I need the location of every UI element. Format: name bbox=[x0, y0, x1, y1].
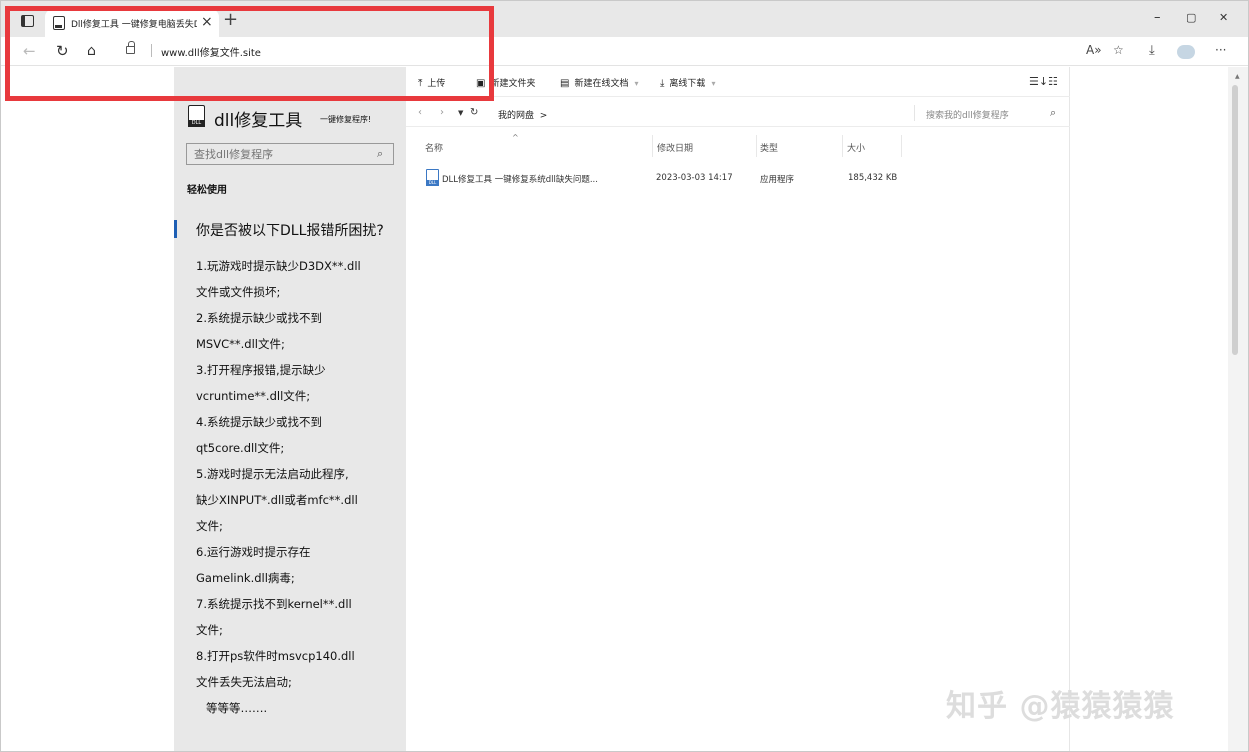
upload-button[interactable]: ⤒ 上传 bbox=[418, 76, 445, 89]
file-browser: ⤒ 上传 ▣ 新建文件夹 ▤ 新建在线文档 ▾ ⤓ 离线下载 ▾ ☰↓ ☷ ‹ › ▼ ↻ … bbox=[406, 67, 1070, 751]
active-indicator bbox=[174, 220, 177, 238]
path-search-input[interactable]: 搜索我的dll修复程序 bbox=[926, 108, 1009, 121]
dll-file-icon bbox=[426, 169, 439, 186]
issue-list: 1.玩游戏时提示缺少D3DX**.dll 文件或文件损坏; 2.系统提示缺少或找… bbox=[196, 253, 401, 721]
dll-logo-icon bbox=[188, 105, 205, 127]
issue-line: 2.系统提示缺少或找不到 bbox=[196, 311, 322, 325]
sort-icon[interactable]: ☰↓ bbox=[1029, 75, 1048, 88]
question-heading: 你是否被以下DLL报错所困扰? bbox=[196, 223, 384, 239]
brand-name: dll修复工具 bbox=[214, 111, 303, 131]
issue-line: MSVC**.dll文件; bbox=[196, 337, 285, 351]
column-header-modified[interactable]: 修改日期 bbox=[657, 141, 693, 154]
issue-line: 等等等……. bbox=[206, 701, 268, 715]
close-window-button[interactable]: ✕ bbox=[1219, 11, 1228, 24]
profile-icon[interactable] bbox=[1177, 45, 1195, 59]
issue-line: vcruntime**.dll文件; bbox=[196, 389, 311, 403]
file-type: 应用程序 bbox=[760, 175, 795, 185]
list-view-icon[interactable]: ☷ bbox=[1048, 75, 1058, 88]
column-header-name[interactable]: 名称 bbox=[425, 141, 443, 154]
url-field[interactable]: www.dll修复文件.site bbox=[115, 39, 1195, 63]
lock-icon[interactable] bbox=[126, 41, 135, 54]
more-menu-icon[interactable]: ··· bbox=[1215, 43, 1226, 57]
upload-icon: ⤒ bbox=[418, 78, 423, 89]
issue-line: 缺少XINPUT*.dll或者mfc**.dll bbox=[196, 493, 358, 507]
downloads-icon[interactable]: ⤓ bbox=[1149, 43, 1155, 58]
issue-line: 文件; bbox=[196, 623, 223, 637]
document-icon: ▤ bbox=[560, 78, 570, 89]
sidebar-search: ⌕ bbox=[186, 143, 394, 165]
watermark: 知乎 @猿猿猿猿 bbox=[946, 689, 1175, 724]
dropdown-caret-icon[interactable]: ▼ bbox=[458, 109, 463, 117]
page-scrollbar[interactable]: ▲ bbox=[1228, 67, 1248, 751]
back-icon[interactable]: ← bbox=[23, 42, 36, 60]
issue-line: qt5core.dll文件; bbox=[196, 441, 285, 455]
brand-subtitle: 一键修复程序! bbox=[320, 115, 372, 124]
scroll-up-icon[interactable]: ▲ bbox=[1235, 73, 1240, 80]
chevron-down-icon: ▾ bbox=[634, 79, 639, 88]
forward-icon[interactable]: › bbox=[440, 107, 444, 118]
chevron-down-icon: ▾ bbox=[711, 79, 716, 88]
issue-line: 7.系统提示找不到kernel**.dll bbox=[196, 597, 352, 611]
refresh-icon[interactable]: ↻ bbox=[470, 107, 478, 118]
issue-line: 4.系统提示缺少或找不到 bbox=[196, 415, 322, 429]
minimize-button[interactable]: – bbox=[1154, 10, 1161, 25]
title-bar: Dll修复工具 一键修复电脑丢失D × + – ▢ ✕ bbox=[1, 1, 1248, 37]
breadcrumb[interactable]: 我的网盘 > bbox=[498, 108, 547, 121]
issue-line: 文件; bbox=[196, 519, 223, 533]
tab-actions-icon[interactable] bbox=[17, 11, 39, 33]
tab-dll-repair[interactable]: Dll修复工具 一键修复电脑丢失D × bbox=[45, 9, 219, 37]
column-header-size[interactable]: 大小 bbox=[847, 141, 865, 154]
search-icon[interactable]: ⌕ bbox=[377, 147, 383, 161]
dll-favicon-icon bbox=[53, 16, 65, 30]
tab-title: Dll修复工具 一键修复电脑丢失D bbox=[71, 20, 197, 30]
url-text[interactable]: www.dll修复文件.site bbox=[161, 44, 261, 59]
refresh-icon[interactable]: ↻ bbox=[56, 42, 69, 60]
search-icon[interactable]: ⌕ bbox=[1050, 106, 1056, 120]
sidebar: dll修复工具 一键修复程序! ⌕ 轻松使用 你是否被以下DLL报错所困扰? 1… bbox=[174, 67, 406, 751]
sidebar-search-input[interactable] bbox=[187, 144, 373, 164]
file-toolbar: ⤒ 上传 ▣ 新建文件夹 ▤ 新建在线文档 ▾ ⤓ 离线下载 ▾ ☰↓ ☷ bbox=[406, 67, 1070, 97]
scroll-thumb[interactable] bbox=[1232, 85, 1238, 355]
offline-download-button[interactable]: ⤓ 离线下载 ▾ bbox=[660, 76, 715, 89]
back-icon[interactable]: ‹ bbox=[418, 107, 422, 118]
issue-line: 3.打开程序报错,提示缺少 bbox=[196, 363, 326, 377]
section-title[interactable]: 轻松使用 bbox=[187, 181, 227, 196]
page-content: dll修复工具 一键修复程序! ⌕ 轻松使用 你是否被以下DLL报错所困扰? 1… bbox=[1, 67, 1228, 751]
home-icon[interactable]: ⌂ bbox=[87, 42, 96, 60]
file-size: 185,432 KB bbox=[848, 173, 898, 183]
issue-line: 8.打开ps软件时msvcp140.dll bbox=[196, 649, 355, 663]
tab-close-icon[interactable]: × bbox=[201, 14, 213, 30]
issue-line: 5.游戏时提示无法启动此程序, bbox=[196, 467, 349, 481]
new-online-doc-button[interactable]: ▤ 新建在线文档 ▾ bbox=[560, 76, 638, 89]
file-name[interactable]: DLL修复工具 一键修复系统dll缺失问题... bbox=[442, 173, 598, 185]
table-row[interactable]: DLL修复工具 一键修复系统dll缺失问题... 2023-03-03 14:1… bbox=[422, 167, 902, 189]
new-tab-button[interactable]: + bbox=[223, 11, 238, 29]
new-folder-button[interactable]: ▣ 新建文件夹 bbox=[476, 76, 535, 89]
column-header-type[interactable]: 类型 bbox=[760, 141, 778, 154]
browser-window: Dll修复工具 一键修复电脑丢失D × + – ▢ ✕ ← ↻ ⌂ www.dl… bbox=[0, 0, 1249, 752]
favorites-icon[interactable]: ☆ bbox=[1113, 43, 1124, 57]
address-bar: ← ↻ ⌂ www.dll修复文件.site A» ☆ ⤓ ··· bbox=[1, 37, 1248, 66]
issue-line: Gamelink.dll病毒; bbox=[196, 571, 295, 585]
path-bar: ‹ › ▼ ↻ 我的网盘 > 搜索我的dll修复程序 ⌕ bbox=[406, 99, 1070, 127]
file-modified: 2023-03-03 14:17 bbox=[656, 173, 733, 183]
issue-line: 文件丢失无法启动; bbox=[196, 675, 292, 689]
folder-plus-icon: ▣ bbox=[476, 78, 486, 89]
download-icon: ⤓ bbox=[660, 78, 665, 89]
sort-ascending-icon: ^ bbox=[512, 133, 519, 142]
issue-line: 1.玩游戏时提示缺少D3DX**.dll bbox=[196, 259, 361, 273]
issue-line: 文件或文件损坏; bbox=[196, 285, 281, 299]
issue-line: 6.运行游戏时提示存在 bbox=[196, 545, 311, 559]
read-aloud-icon[interactable]: A» bbox=[1086, 43, 1102, 57]
maximize-button[interactable]: ▢ bbox=[1186, 11, 1196, 24]
